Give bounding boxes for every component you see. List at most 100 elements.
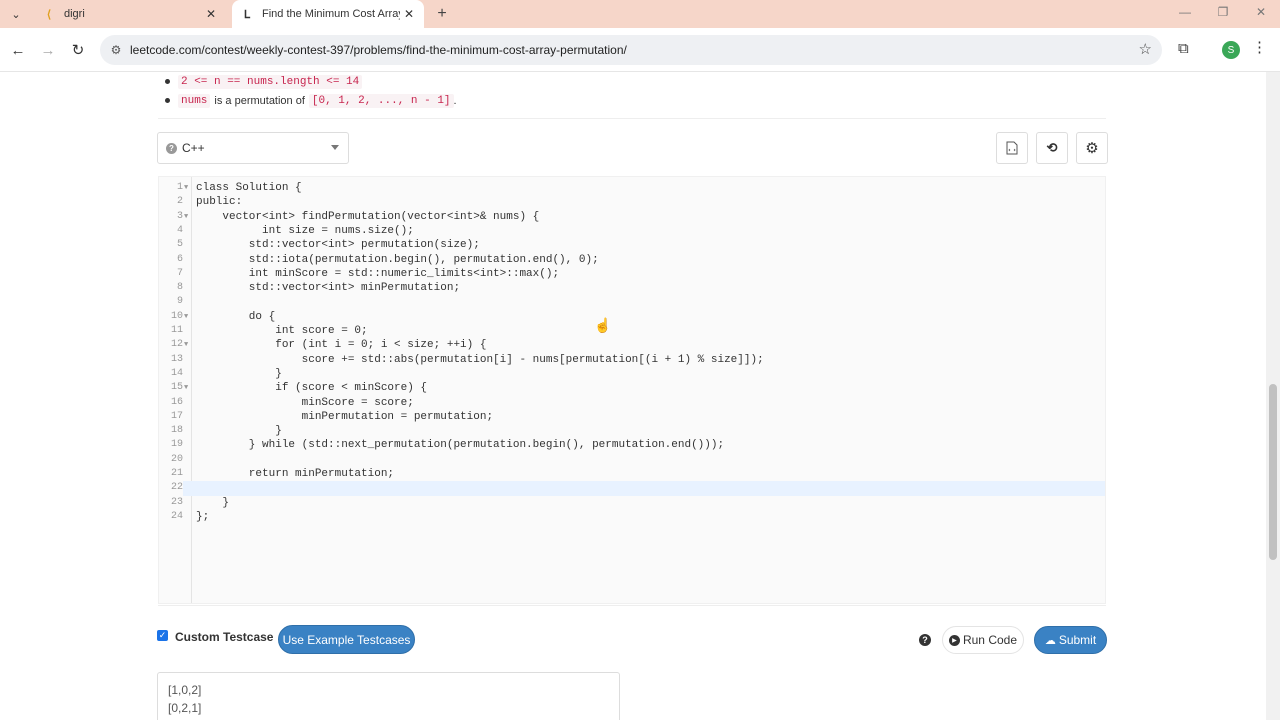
profile-avatar[interactable]: S [1222,41,1240,59]
code-text: class Solution { [196,182,302,194]
extensions-puzzle-icon[interactable]: ⧉ [1178,40,1189,57]
browser-tab-digri[interactable]: ⟨ digri ✕ [34,0,226,28]
code-text: } [196,496,230,509]
code-line[interactable]: 7 int minScore = std::numeric_limits<int… [159,267,1105,281]
tab-close-icon[interactable]: ✕ [202,5,220,23]
url-text[interactable]: leetcode.com/contest/weekly-contest-397/… [130,43,627,57]
testcase-line: [1,0,2] [168,683,202,697]
reload-icon[interactable]: ↻ [66,38,90,62]
constraint-period: . [453,94,457,107]
mouse-pointer-hand-icon: ☝ [594,317,612,333]
line-number: 11 [170,325,183,336]
code-line[interactable]: 13 score += std::abs(permutation[i] - nu… [159,353,1105,367]
forward-arrow-icon[interactable]: → [36,38,60,62]
question-icon[interactable]: ? [919,634,931,646]
tab-favicon-icon: ⟨ [46,8,52,21]
code-line[interactable]: 21 return minPermutation; [159,467,1105,481]
fold-arrow-icon[interactable]: ▼ [184,181,188,195]
editor-settings-button[interactable]: ⚙ [1076,132,1108,164]
code-line[interactable]: 17 minPermutation = permutation; [159,410,1105,424]
custom-testcase-label[interactable]: Custom Testcase [175,630,273,644]
language-select[interactable]: ? C++ [157,132,349,164]
site-info-icon[interactable]: ⚙ [108,42,124,58]
line-number: 15 [170,382,183,394]
leetcode-favicon-icon: ᒪ [243,8,251,21]
window-close-icon[interactable]: ✕ [1242,0,1280,24]
line-number: 23 [170,496,183,508]
tab-title: digri [64,8,85,20]
code-text: if (score < minScore) { [196,382,428,395]
testcase-line: [0,2,1] [168,701,202,715]
code-line[interactable]: 3 ▼ vector<int> findPermutation(vector<in… [159,210,1105,224]
code-line[interactable]: 14 } [159,367,1105,381]
constraint-text: is a permutation of [214,94,305,107]
code-text: int score = 0; [196,325,368,337]
minimize-icon[interactable]: — [1166,0,1204,24]
tab-close-icon[interactable]: ✕ [400,5,418,23]
back-arrow-icon[interactable]: ← [6,38,30,62]
browser-tab-strip: ⌄ ⟨ digri ✕ ᒪ Find the Minimum Cost Arra… [0,0,1280,28]
code-line[interactable]: 8 std::vector<int> minPermutation; [159,281,1105,295]
browser-menu-icon[interactable]: ⋮ [1252,38,1267,56]
page-scrollbar[interactable] [1266,72,1280,720]
code-line[interactable]: 19 } while (std::next_permutation(permut… [159,438,1105,452]
line-number: 17 [170,410,183,422]
code-text: for (int i = 0; i < size; ++i) { [196,339,487,352]
code-line[interactable]: 16 minScore = score; [159,396,1105,410]
address-bar[interactable]: ⚙ leetcode.com/contest/weekly-contest-39… [100,35,1162,65]
code-line[interactable]: 23 } [159,496,1105,510]
line-number: 1 [176,182,183,193]
code-line[interactable]: 22 [159,481,1105,496]
code-editor[interactable]: 1 ▼ class Solution {2 public: 3 ▼ vector<int>… [158,176,1106,604]
notes-button[interactable] [996,132,1028,164]
run-code-button[interactable]: ▶ Run Code [942,626,1024,654]
constraint-code: nums [178,93,211,108]
browser-toolbar: ← → ↻ ⚙ leetcode.com/contest/weekly-cont… [0,28,1280,72]
bookmark-star-icon[interactable]: ☆ [1139,40,1152,58]
submit-button[interactable]: ☁ Submit [1034,626,1107,654]
constraints-list: 2 <= n == nums.length <= 14 nums is a pe… [165,72,457,110]
fold-arrow-icon[interactable]: ▼ [184,381,188,395]
code-line[interactable]: 9 [159,295,1105,309]
code-text: std::vector<int> permutation(size); [196,239,480,252]
fold-arrow-icon[interactable]: ▼ [184,210,188,224]
code-line[interactable]: 18 } [159,424,1105,438]
line-number: 6 [176,253,183,265]
use-example-testcases-button[interactable]: Use Example Testcases [278,625,415,654]
code-line[interactable]: 4 int size = nums.size(); [159,224,1105,238]
new-tab-icon[interactable]: + [432,4,452,24]
code-line[interactable]: 5 std::vector<int> permutation(size); [159,238,1105,252]
scrollbar-thumb[interactable] [1269,384,1277,560]
restore-icon[interactable]: ❐ [1204,0,1242,24]
code-line[interactable]: 6 std::iota(permutation.begin(), permuta… [159,253,1105,267]
line-number: 14 [170,367,183,379]
code-text: std::iota(permutation.begin(), permutati… [196,253,599,266]
custom-testcase-checkbox[interactable]: ✓ [157,630,168,641]
code-line[interactable]: 24}; [159,510,1105,524]
tab-search-button[interactable]: ⌄ [6,4,26,24]
code-line[interactable]: 2 public: [159,195,1105,209]
code-text: score += std::abs(permutation[i] - nums[… [196,353,764,366]
line-number: 2 [176,196,183,208]
page-content: 2 <= n == nums.length <= 14 nums is a pe… [0,72,1266,720]
reset-code-button[interactable]: ⟲ [1036,132,1068,164]
code-line[interactable]: 15 ▼ if (score < minScore) { [159,381,1105,395]
divider [158,118,1106,119]
code-text: } [196,367,282,380]
line-number: 22 [159,481,183,496]
cloud-upload-icon: ☁ [1044,634,1056,647]
refresh-icon: ⟲ [1046,140,1058,155]
browser-tab-leetcode[interactable]: ᒪ Find the Minimum Cost Array P ✕ [232,0,424,28]
line-number: 12 [170,339,183,351]
line-number: 5 [176,239,183,251]
line-number: 16 [170,396,183,408]
line-number: 8 [176,282,183,294]
code-line[interactable]: 10 ▼ do { [159,310,1105,324]
code-line[interactable]: 11 int score = 0; [159,324,1105,338]
fold-arrow-icon[interactable]: ▼ [184,310,188,324]
fold-arrow-icon[interactable]: ▼ [184,338,188,352]
code-line[interactable]: 12 ▼ for (int i = 0; i < size; ++i) { [159,338,1105,352]
testcase-input[interactable]: [1,0,2] [0,2,1] [157,672,620,720]
code-line[interactable]: 1 ▼ class Solution { [159,181,1105,195]
code-line[interactable]: 20 [159,453,1105,467]
